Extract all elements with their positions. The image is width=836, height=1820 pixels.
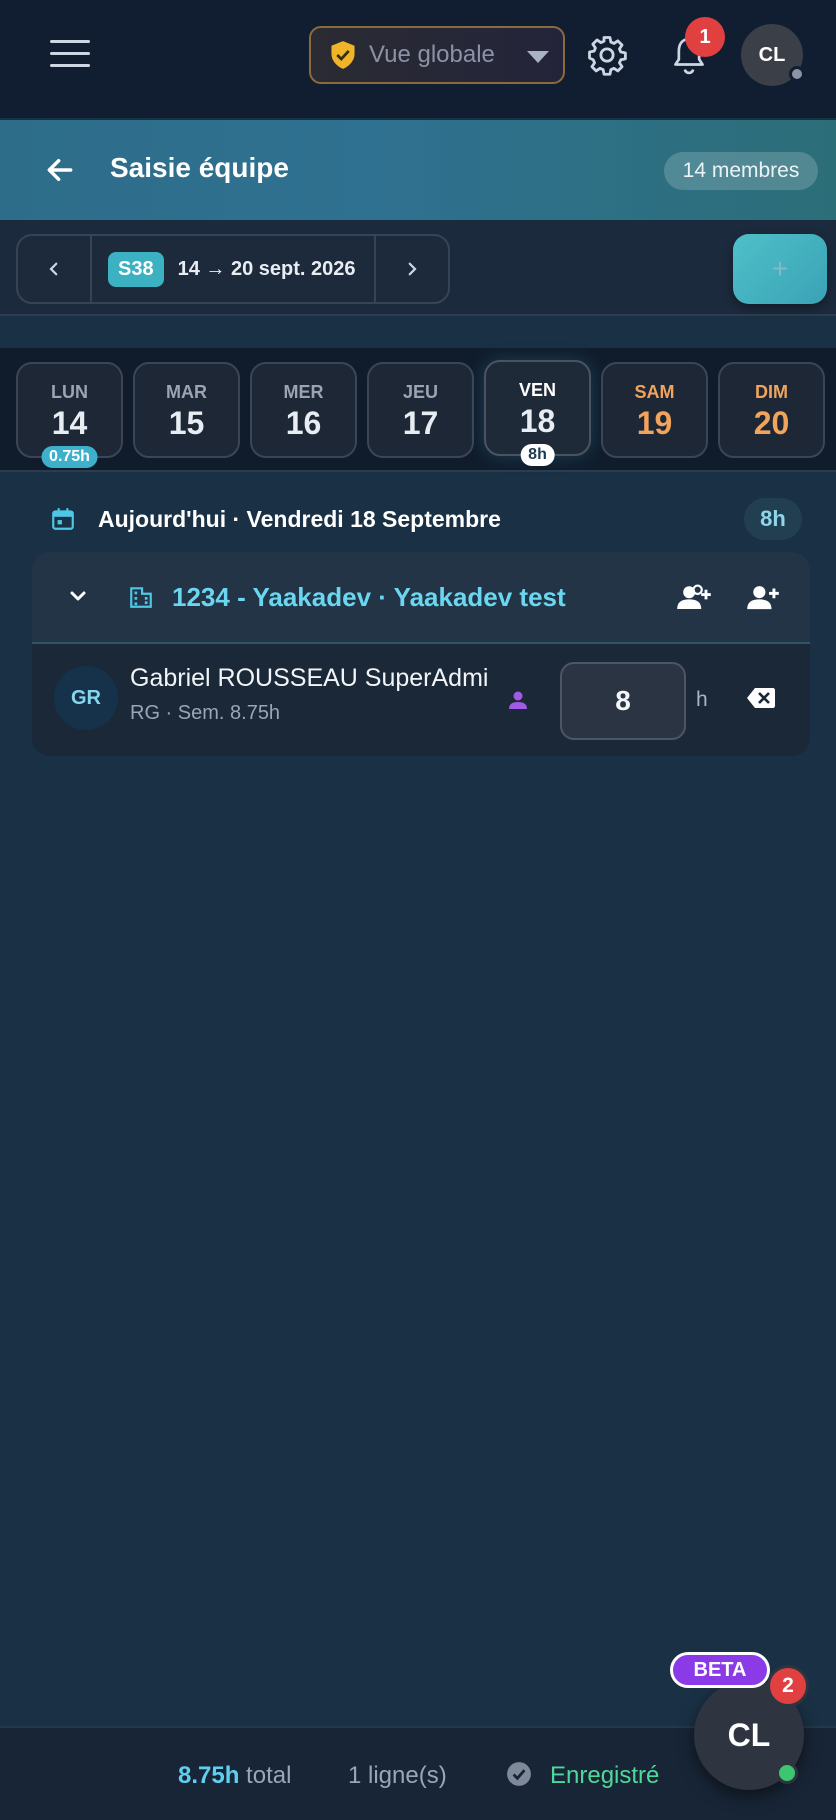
gear-icon[interactable] bbox=[586, 34, 628, 76]
day-name: MER bbox=[283, 382, 324, 402]
chevron-down-icon[interactable] bbox=[66, 584, 90, 608]
chevron-down-icon bbox=[527, 51, 549, 63]
day-number: 14 bbox=[51, 405, 88, 441]
total-hours: 8.75h total bbox=[178, 1762, 291, 1790]
day-monday[interactable]: LUN 14 0.75h bbox=[16, 362, 123, 468]
hours-input[interactable]: 8 bbox=[560, 662, 686, 740]
day-wednesday[interactable]: MER 16 bbox=[250, 362, 357, 458]
today-label: Aujourd'hui · Vendredi 18 Septembre bbox=[98, 506, 501, 532]
backspace-icon[interactable] bbox=[746, 686, 776, 710]
user-initials: CL bbox=[758, 43, 786, 66]
fab-notification-badge: 2 bbox=[767, 1665, 809, 1707]
menu-icon[interactable] bbox=[50, 40, 90, 70]
chevron-left-icon bbox=[49, 262, 58, 276]
total-hours-label: total bbox=[246, 1762, 292, 1789]
page-header: Saisie équipe 14 membres bbox=[0, 120, 836, 220]
previous-week-button[interactable] bbox=[18, 236, 90, 302]
week-bar: S38 14 → 20 sept. 2026 + bbox=[0, 220, 836, 316]
today-header: Aujourd'hui · Vendredi 18 Septembre 8h bbox=[0, 496, 836, 542]
spacer bbox=[0, 318, 836, 348]
next-week-button[interactable] bbox=[376, 236, 448, 302]
top-bar: Vue globale 1 CL bbox=[0, 0, 836, 118]
day-name: DIM bbox=[755, 382, 788, 402]
day-number: 16 bbox=[285, 405, 322, 441]
day-tuesday[interactable]: MAR 15 bbox=[133, 362, 240, 458]
day-number: 15 bbox=[168, 405, 205, 441]
day-number: 17 bbox=[402, 405, 439, 441]
day-number: 20 bbox=[753, 405, 790, 441]
week-label: S38 14 → 20 sept. 2026 bbox=[90, 236, 376, 302]
hours-unit: h bbox=[696, 688, 708, 711]
fab-initials: CL bbox=[727, 1716, 771, 1753]
day-hours-badge: 0.75h bbox=[41, 446, 98, 468]
add-user-icon[interactable] bbox=[746, 582, 780, 612]
day-friday[interactable]: VEN 18 8h bbox=[484, 360, 591, 466]
day-number: 18 bbox=[519, 403, 556, 439]
week-range: 14 → 20 sept. 2026 bbox=[177, 257, 356, 280]
page-title: Saisie équipe bbox=[110, 152, 289, 183]
week-navigator: S38 14 → 20 sept. 2026 bbox=[16, 234, 450, 304]
member-name: Gabriel ROUSSEAU SuperAdmin bbox=[130, 664, 490, 692]
week-number-chip: S38 bbox=[108, 251, 164, 287]
member-subtitle: RG · Sem. 8.75h bbox=[130, 702, 281, 724]
member-avatar: GR bbox=[54, 666, 118, 730]
day-saturday[interactable]: SAM 19 bbox=[601, 362, 708, 458]
save-status: Enregistré bbox=[550, 1762, 660, 1789]
view-selector-label: Vue globale bbox=[369, 41, 495, 68]
day-name: VEN bbox=[518, 380, 556, 400]
day-number: 19 bbox=[636, 405, 673, 441]
add-button[interactable]: + bbox=[733, 234, 827, 304]
check-circle-icon bbox=[507, 1762, 531, 1786]
add-users-icon[interactable] bbox=[676, 582, 712, 612]
view-selector[interactable]: Vue globale bbox=[309, 26, 565, 84]
day-name: JEU bbox=[402, 382, 438, 402]
members-count-badge: 14 membres bbox=[664, 152, 818, 190]
total-hours-value: 8.75h bbox=[178, 1762, 240, 1789]
online-status-dot bbox=[776, 1762, 798, 1784]
day-strip: LUN 14 0.75h MAR 15 MER 16 JEU 17 VEN 18… bbox=[0, 348, 836, 472]
status-dot bbox=[789, 66, 805, 82]
beta-badge: BETA bbox=[670, 1652, 770, 1688]
group-name: 1234 - Yaakadev · Yaakadev test bbox=[172, 582, 566, 612]
day-name: LUN bbox=[51, 382, 88, 402]
notification-badge: 1 bbox=[685, 17, 725, 57]
group-card: 1234 - Yaakadev · Yaakadev test GR Gabri… bbox=[32, 552, 810, 756]
lines-count: 1 ligne(s) bbox=[348, 1762, 447, 1789]
user-avatar[interactable]: CL bbox=[741, 24, 805, 86]
chevron-right-icon bbox=[408, 262, 417, 276]
day-thursday[interactable]: JEU 17 bbox=[367, 362, 474, 458]
shield-check-icon bbox=[331, 41, 355, 69]
building-icon bbox=[130, 587, 152, 608]
day-sunday[interactable]: DIM 20 bbox=[718, 362, 825, 458]
back-arrow-icon[interactable] bbox=[44, 154, 76, 186]
group-header: 1234 - Yaakadev · Yaakadev test bbox=[32, 552, 810, 644]
day-hours-badge: 8h bbox=[520, 444, 555, 466]
day-name: SAM bbox=[634, 382, 675, 402]
today-hours-badge: 8h bbox=[744, 498, 802, 540]
person-icon bbox=[509, 691, 527, 709]
member-row: GR Gabriel ROUSSEAU SuperAdmin RG · Sem.… bbox=[32, 644, 810, 756]
calendar-icon bbox=[52, 508, 74, 530]
day-name: MAR bbox=[166, 382, 207, 402]
